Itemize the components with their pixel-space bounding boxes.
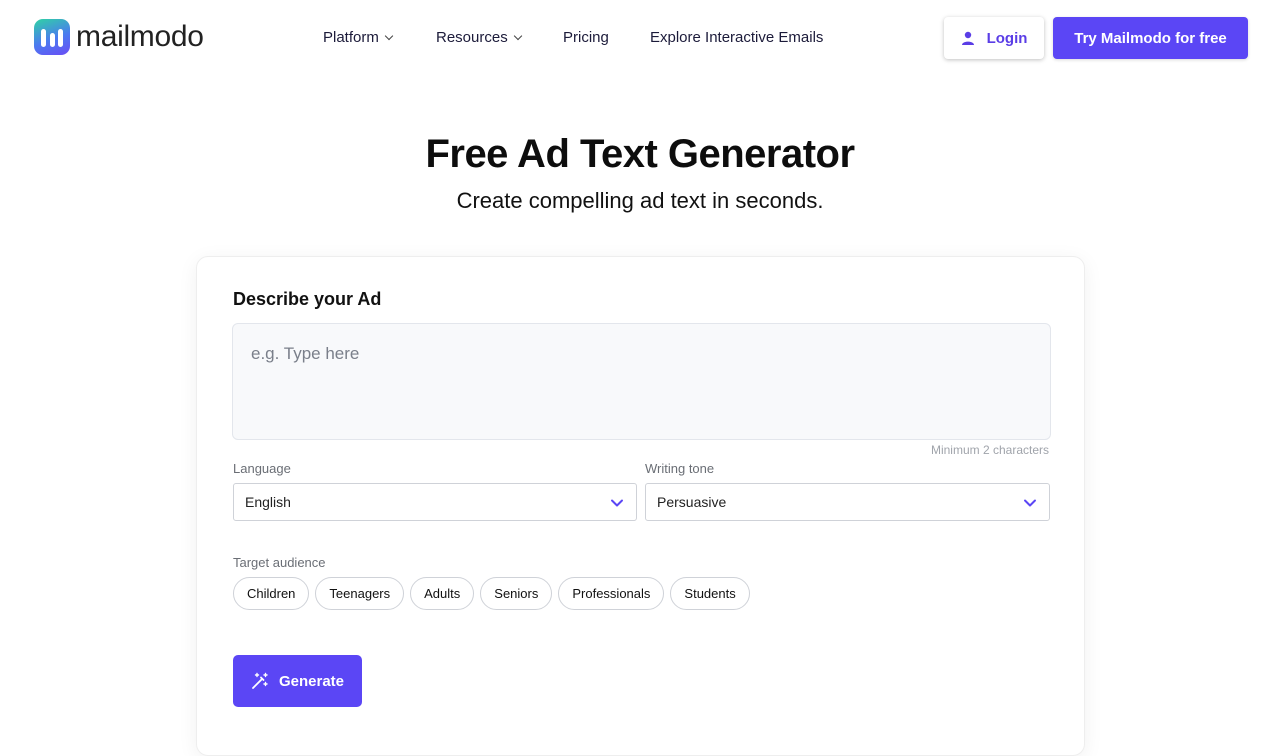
page-subtitle: Create compelling ad text in seconds. [456, 188, 824, 213]
audience-chip-teenagers[interactable]: Teenagers [315, 577, 405, 610]
logo-text: mailmodo [76, 20, 204, 53]
page-title: Free Ad Text Generator [425, 132, 855, 176]
try-mailmodo-label: Try Mailmodo for free [1074, 29, 1227, 47]
target-audience-label: Target audience [233, 555, 326, 570]
mailmodo-logo-icon [34, 19, 70, 55]
audience-chip-adults[interactable]: Adults [410, 577, 475, 610]
nav-platform-label: Platform [323, 29, 379, 46]
describe-ad-input[interactable] [232, 323, 1051, 440]
chevron-down-icon [384, 31, 394, 41]
nav-pricing-label: Pricing [563, 29, 609, 46]
mailmodo-logo[interactable]: mailmodo [34, 19, 204, 55]
nav-pricing[interactable]: Pricing [563, 28, 609, 48]
language-label: Language [233, 461, 291, 476]
generate-button[interactable]: Generate [233, 655, 362, 707]
audience-chip-children[interactable]: Children [233, 577, 310, 610]
chevron-down-icon [1024, 499, 1036, 507]
generator-card: Describe your Ad Minimum 2 characters La… [196, 256, 1085, 756]
magic-wand-icon [252, 672, 268, 689]
login-button[interactable]: Login [944, 17, 1044, 59]
writing-tone-select[interactable]: Persuasive [645, 483, 1050, 521]
login-label: Login [986, 29, 1028, 47]
nav-explore-label: Explore Interactive Emails [650, 29, 824, 46]
language-value: English [245, 494, 291, 510]
user-icon [961, 31, 974, 45]
audience-chip-students[interactable]: Students [670, 577, 750, 610]
site-header: mailmodo Platform Resources Pricing Expl… [0, 0, 1280, 76]
generate-label: Generate [278, 672, 345, 690]
nav-platform[interactable]: Platform [323, 28, 394, 48]
nav-resources[interactable]: Resources [436, 28, 522, 48]
audience-chip-seniors[interactable]: Seniors [480, 577, 553, 610]
describe-ad-label: Describe your Ad [233, 289, 382, 309]
target-audience-chips: Children Teenagers Adults Seniors Profes… [233, 577, 756, 610]
writing-tone-value: Persuasive [657, 494, 727, 510]
chevron-down-icon [611, 499, 623, 507]
nav-resources-label: Resources [436, 29, 508, 46]
nav-explore-interactive-emails[interactable]: Explore Interactive Emails [650, 28, 823, 48]
min-chars-note: Minimum 2 characters [930, 443, 1049, 457]
language-select[interactable]: English [233, 483, 637, 521]
try-mailmodo-button[interactable]: Try Mailmodo for free [1053, 17, 1248, 59]
chevron-down-icon [513, 31, 522, 41]
writing-tone-label: Writing tone [645, 461, 715, 476]
audience-chip-professionals[interactable]: Professionals [558, 577, 665, 610]
